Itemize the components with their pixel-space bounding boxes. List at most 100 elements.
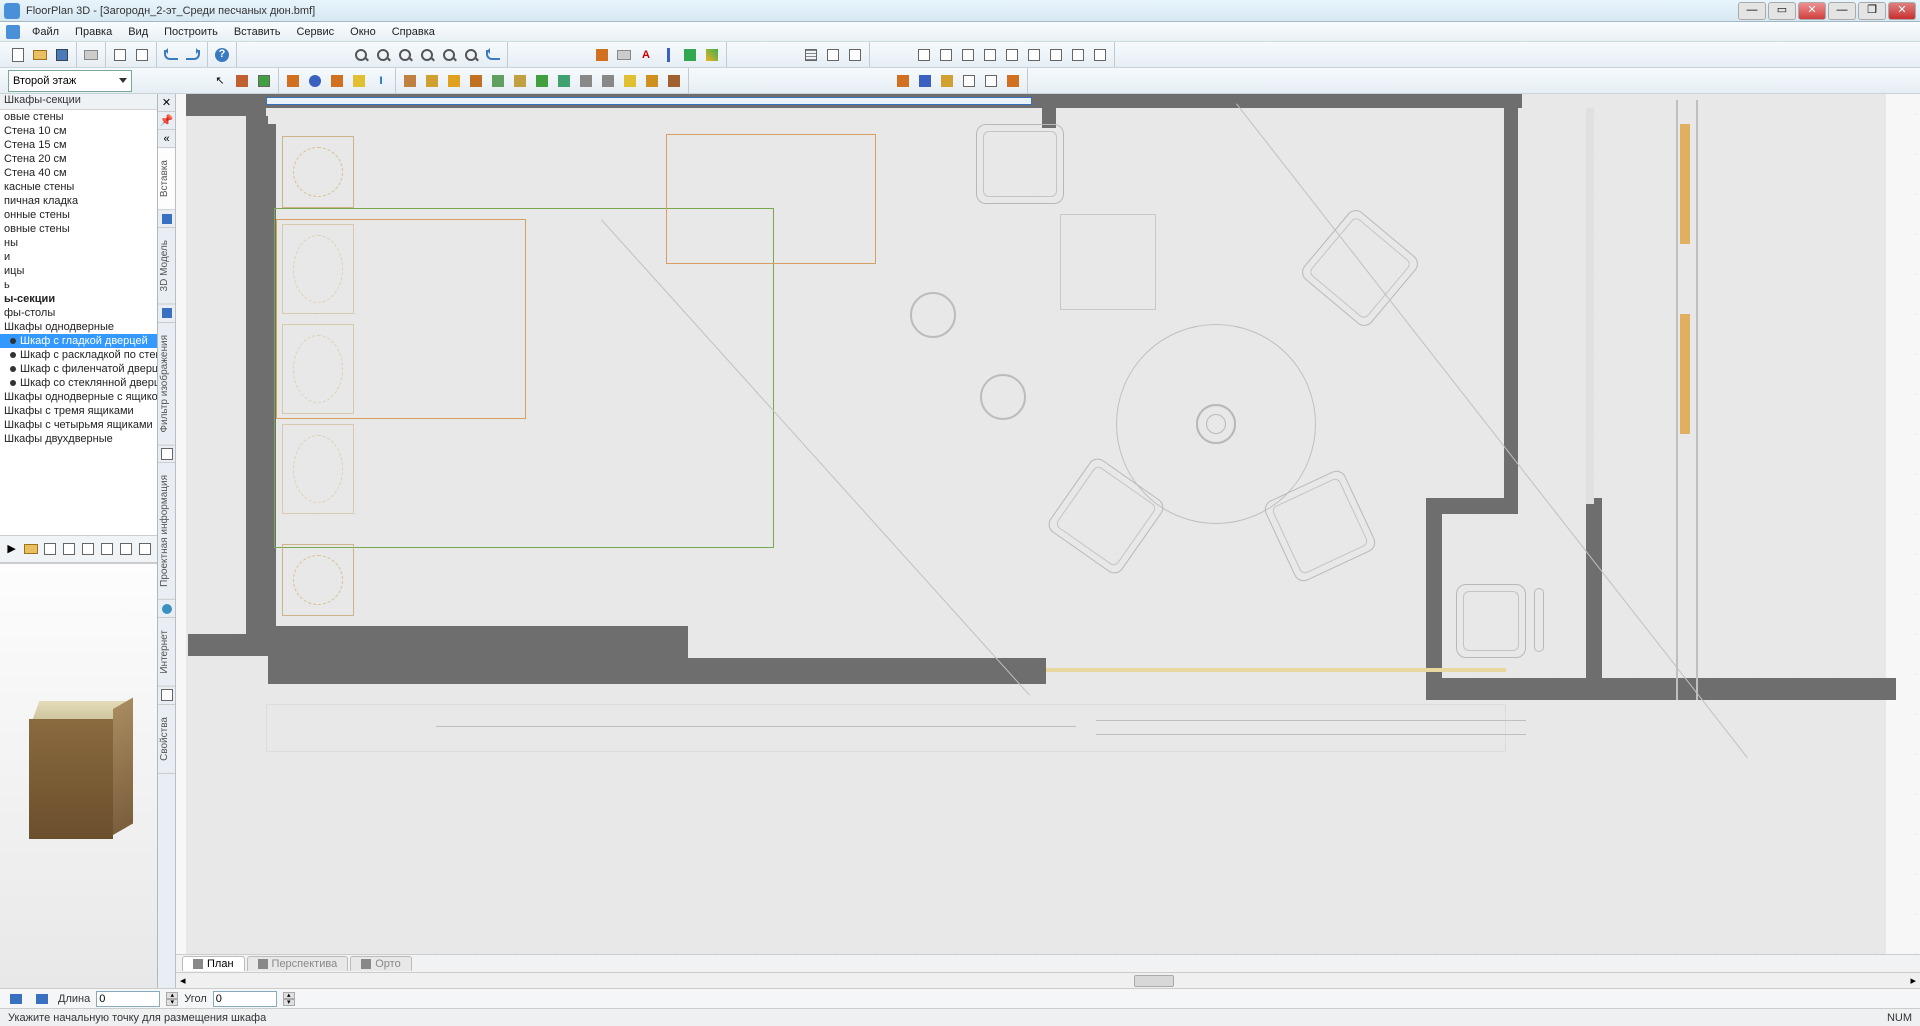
floor-selector[interactable]: Второй этаж xyxy=(8,70,132,92)
zoom-in-button[interactable] xyxy=(351,45,371,65)
info-tool[interactable]: I xyxy=(371,71,391,91)
length-input[interactable] xyxy=(96,991,160,1007)
menu-build[interactable]: Построить xyxy=(156,24,226,40)
copy-button[interactable] xyxy=(110,45,130,65)
dim-icon2[interactable] xyxy=(32,989,52,1009)
sidebar-item[interactable]: ицы xyxy=(0,264,157,278)
open-button[interactable] xyxy=(30,45,50,65)
align-bottom-button[interactable] xyxy=(1024,45,1044,65)
sidebar-item[interactable]: Стена 10 см xyxy=(0,124,157,138)
sb-play-icon[interactable]: ▶ xyxy=(3,539,20,559)
misc-tool[interactable] xyxy=(981,71,1001,91)
path-tool[interactable] xyxy=(510,71,530,91)
mesh-tool[interactable] xyxy=(327,71,347,91)
sidebar-item[interactable]: Шкафы с тремя ящиками xyxy=(0,404,157,418)
sidebar-item[interactable]: фы-столы xyxy=(0,306,157,320)
close-button[interactable]: ✕ xyxy=(1888,2,1916,20)
pad-tool[interactable] xyxy=(576,71,596,91)
menu-window[interactable]: Окно xyxy=(342,24,384,40)
sb-list-icon[interactable] xyxy=(137,539,154,559)
wall-tool[interactable] xyxy=(232,71,252,91)
angle-spinner[interactable]: ▴▾ xyxy=(283,992,295,1006)
new-button[interactable] xyxy=(8,45,28,65)
cube-tool[interactable] xyxy=(444,71,464,91)
snap-button[interactable] xyxy=(823,45,843,65)
menu-view[interactable]: Вид xyxy=(120,24,156,40)
zoom-fit-button[interactable] xyxy=(439,45,459,65)
palette-button[interactable] xyxy=(702,45,722,65)
print-button[interactable] xyxy=(81,45,101,65)
render-button[interactable] xyxy=(592,45,612,65)
grid-button[interactable] xyxy=(801,45,821,65)
group-button[interactable] xyxy=(1090,45,1110,65)
zoom-window-button[interactable] xyxy=(395,45,415,65)
sidebar-item[interactable]: Шкаф с гладкой дверцей xyxy=(0,334,157,348)
align-center-button[interactable] xyxy=(936,45,956,65)
fill-button[interactable] xyxy=(680,45,700,65)
floorplan-canvas[interactable] xyxy=(176,94,1920,954)
menu-insert[interactable]: Вставить xyxy=(226,24,289,40)
misc2-tool[interactable] xyxy=(1003,71,1023,91)
sidebar-list[interactable]: овые стеныСтена 10 смСтена 15 смСтена 20… xyxy=(0,110,157,535)
light-tool[interactable] xyxy=(554,71,574,91)
vtab-3dmodel[interactable]: 3D Модель xyxy=(158,228,175,304)
sidebar-item[interactable]: Стена 40 см xyxy=(0,166,157,180)
text-button[interactable]: A xyxy=(636,45,656,65)
sidebar-item[interactable]: Стена 20 см xyxy=(0,152,157,166)
col-tool[interactable] xyxy=(642,71,662,91)
sidebar-item[interactable]: Шкаф с филенчатой дверцей xyxy=(0,362,157,376)
mdi-close-button[interactable]: ✕ xyxy=(1798,2,1826,20)
minimize-button[interactable]: — xyxy=(1738,2,1766,20)
pan-button[interactable] xyxy=(483,45,503,65)
vtab-filter[interactable]: Фильтр изображения xyxy=(158,323,175,446)
vt-info-icon[interactable] xyxy=(158,445,175,463)
restore-button[interactable]: ❐ xyxy=(1858,2,1886,20)
sidebar-item[interactable]: Шкафы с четырьмя ящиками xyxy=(0,418,157,432)
vt-pin-icon[interactable]: 📌 xyxy=(158,112,175,130)
dim-icon1[interactable] xyxy=(6,989,26,1009)
furniture-tool[interactable] xyxy=(400,71,420,91)
vtab-internet[interactable]: Интернет xyxy=(158,618,175,687)
sphere-tool[interactable] xyxy=(305,71,325,91)
help-button[interactable]: ? xyxy=(212,45,232,65)
zoom-extents-button[interactable] xyxy=(417,45,437,65)
save-button[interactable] xyxy=(52,45,72,65)
menu-edit[interactable]: Правка xyxy=(67,24,120,40)
redo-button[interactable] xyxy=(183,45,203,65)
sb-grid1-icon[interactable] xyxy=(60,539,77,559)
region-tool[interactable] xyxy=(598,71,618,91)
sidebar-item[interactable]: Шкафы двухдверные xyxy=(0,432,157,446)
align-top-button[interactable] xyxy=(980,45,1000,65)
vt-arrow-icon[interactable]: « xyxy=(158,130,175,148)
sidebar-item[interactable]: Шкаф с раскладкой по стеклу xyxy=(0,348,157,362)
sb-grid4-icon[interactable] xyxy=(118,539,135,559)
dist-v-button[interactable] xyxy=(1068,45,1088,65)
terrain-tool[interactable] xyxy=(488,71,508,91)
h-scrollbar[interactable]: ◂ ▸ xyxy=(176,972,1920,988)
vtab-props[interactable]: Свойства xyxy=(158,705,175,774)
vtab-insert[interactable]: Вставка xyxy=(158,148,175,210)
vt-3d-icon[interactable] xyxy=(158,210,175,228)
sidebar-item[interactable]: Шкаф со стеклянной дверцей xyxy=(0,376,157,390)
select-tool[interactable]: ↖ xyxy=(210,71,230,91)
door-tool[interactable] xyxy=(254,71,274,91)
length-spinner[interactable]: ▴▾ xyxy=(166,992,178,1006)
sidebar-item[interactable]: овные стены xyxy=(0,222,157,236)
vt-close-icon[interactable]: ✕ xyxy=(158,94,175,112)
sidebar-item[interactable]: касные стены xyxy=(0,180,157,194)
sidebar-item[interactable]: Стена 15 см xyxy=(0,138,157,152)
sb-copy-icon[interactable] xyxy=(41,539,58,559)
angle-input[interactable] xyxy=(213,991,277,1007)
box-tool[interactable] xyxy=(283,71,303,91)
scroll-thumb[interactable] xyxy=(1134,975,1174,987)
menu-file[interactable]: Файл xyxy=(24,24,67,40)
sidebar-item[interactable]: ны xyxy=(0,236,157,250)
sidebar-item[interactable]: пичная кладка xyxy=(0,194,157,208)
eye-tool[interactable] xyxy=(664,71,684,91)
dist-h-button[interactable] xyxy=(1046,45,1066,65)
car-tool[interactable] xyxy=(915,71,935,91)
maximize-button[interactable]: ▭ xyxy=(1768,2,1796,20)
align-middle-button[interactable] xyxy=(1002,45,1022,65)
sidebar-item[interactable]: Шкафы однодверные xyxy=(0,320,157,334)
stairs-tool[interactable] xyxy=(422,71,442,91)
